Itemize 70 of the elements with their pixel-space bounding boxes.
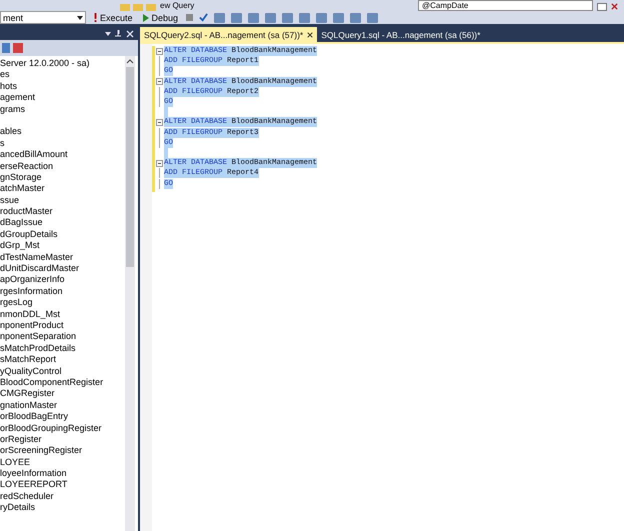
collapse-icon[interactable] <box>156 160 163 167</box>
new-query-button[interactable]: ew Query <box>160 1 194 11</box>
tree-item[interactable]: grams <box>0 104 125 115</box>
close-icon[interactable] <box>307 32 314 38</box>
tree-item[interactable]: ables <box>0 126 125 138</box>
tree-item[interactable]: es <box>0 69 125 81</box>
server-node[interactable]: Server 12.0.2000 - sa) <box>0 58 125 70</box>
toolbar-icon[interactable] <box>282 12 294 22</box>
tree-item[interactable]: dGroupDetails <box>0 228 125 240</box>
tree-item[interactable]: rgesLog <box>0 297 125 309</box>
tree-item[interactable]: dTestNameMaster <box>0 252 125 264</box>
toolbar-icon[interactable] <box>265 12 276 22</box>
tree-item[interactable]: LOYEEREPORT <box>0 479 125 491</box>
tree-item[interactable]: orBloodBagEntry <box>0 411 125 422</box>
toolbar-icon[interactable] <box>299 12 310 22</box>
toolbar-icon[interactable] <box>248 12 260 22</box>
tree-item[interactable]: gnationMaster <box>0 400 125 412</box>
tree-item[interactable]: agement <box>0 92 125 104</box>
editor-tab[interactable]: SQLQuery2.sql - AB...nagement (sa (57))* <box>140 27 318 42</box>
tree-item[interactable]: yQualityControl <box>0 366 125 377</box>
toolbar-icon[interactable] <box>316 12 328 22</box>
scrollbar[interactable] <box>125 56 135 531</box>
database-dropdown[interactable]: ment <box>0 11 86 24</box>
collapse-icon[interactable] <box>156 118 163 126</box>
tree-item[interactable]: loyeeInformation <box>0 468 125 480</box>
tree-item[interactable]: dGrp_Mst <box>0 240 125 252</box>
tree-item[interactable]: rgesInformation <box>0 286 125 298</box>
tree-item[interactable]: orScreeningRegister <box>0 445 125 457</box>
tree-item[interactable]: LOYEE <box>0 456 125 468</box>
tree-item[interactable]: dBagIssue <box>0 217 125 229</box>
tree-item[interactable]: roductMaster <box>0 206 125 218</box>
tree-item[interactable]: apOrganizerInfo <box>0 274 125 286</box>
play-icon <box>142 14 149 22</box>
editor-tab[interactable]: SQLQuery1.sql - AB...nagement (sa (56))* <box>317 27 484 42</box>
parameter-dropdown[interactable]: @CampDate <box>418 0 593 11</box>
tree-item[interactable]: orBloodGroupingRegister <box>0 422 125 434</box>
execute-button[interactable]: Execute <box>92 12 135 22</box>
tree-item[interactable]: dUnitDiscardMaster <box>0 263 125 274</box>
toolbar-icon[interactable] <box>231 12 242 22</box>
collapse-icon[interactable] <box>156 48 163 55</box>
panel-controls-icon[interactable] <box>104 30 134 38</box>
window-button-icon[interactable] <box>597 3 607 11</box>
tree-item[interactable]: erseReaction <box>0 160 125 172</box>
tree-item[interactable]: redScheduler <box>0 490 125 502</box>
tree-item[interactable]: gnStorage <box>0 172 125 184</box>
toolbar-icon[interactable] <box>333 12 344 22</box>
toolbar-icon[interactable] <box>367 12 378 22</box>
stop-icon[interactable] <box>186 14 194 21</box>
tree-item[interactable]: ancedBillAmount <box>0 149 125 161</box>
toolbar-icon[interactable] <box>214 12 226 22</box>
tree-item[interactable]: ryDetails <box>0 502 125 514</box>
collapse-icon[interactable] <box>156 78 163 86</box>
tree-item[interactable]: CMGRegister <box>0 388 125 400</box>
caret-icon[interactable] <box>77 16 83 20</box>
tree-item[interactable]: sMatchProdDetails <box>0 342 125 354</box>
tree-item[interactable]: BloodComponentRegister <box>0 376 125 388</box>
exclamation-icon <box>94 13 97 22</box>
tree-item[interactable]: atchMaster <box>0 183 125 195</box>
tree-item[interactable]: nponentProduct <box>0 320 125 332</box>
tree-item[interactable]: nmonDDL_Mst <box>0 308 125 320</box>
tree-item[interactable]: orRegister <box>0 434 125 446</box>
tree-item[interactable]: nponentSeparation <box>0 331 125 343</box>
scroll-up-icon[interactable] <box>126 59 134 64</box>
toolbar-icon[interactable] <box>350 12 362 22</box>
tree-item[interactable]: ssue <box>0 194 125 206</box>
tree-item[interactable]: hots <box>0 80 125 92</box>
tree-item[interactable]: s <box>0 138 125 150</box>
checkmark-icon[interactable] <box>199 13 208 22</box>
debug-button[interactable]: Debug <box>140 12 180 22</box>
tree-item[interactable]: sMatchReport <box>0 354 125 366</box>
